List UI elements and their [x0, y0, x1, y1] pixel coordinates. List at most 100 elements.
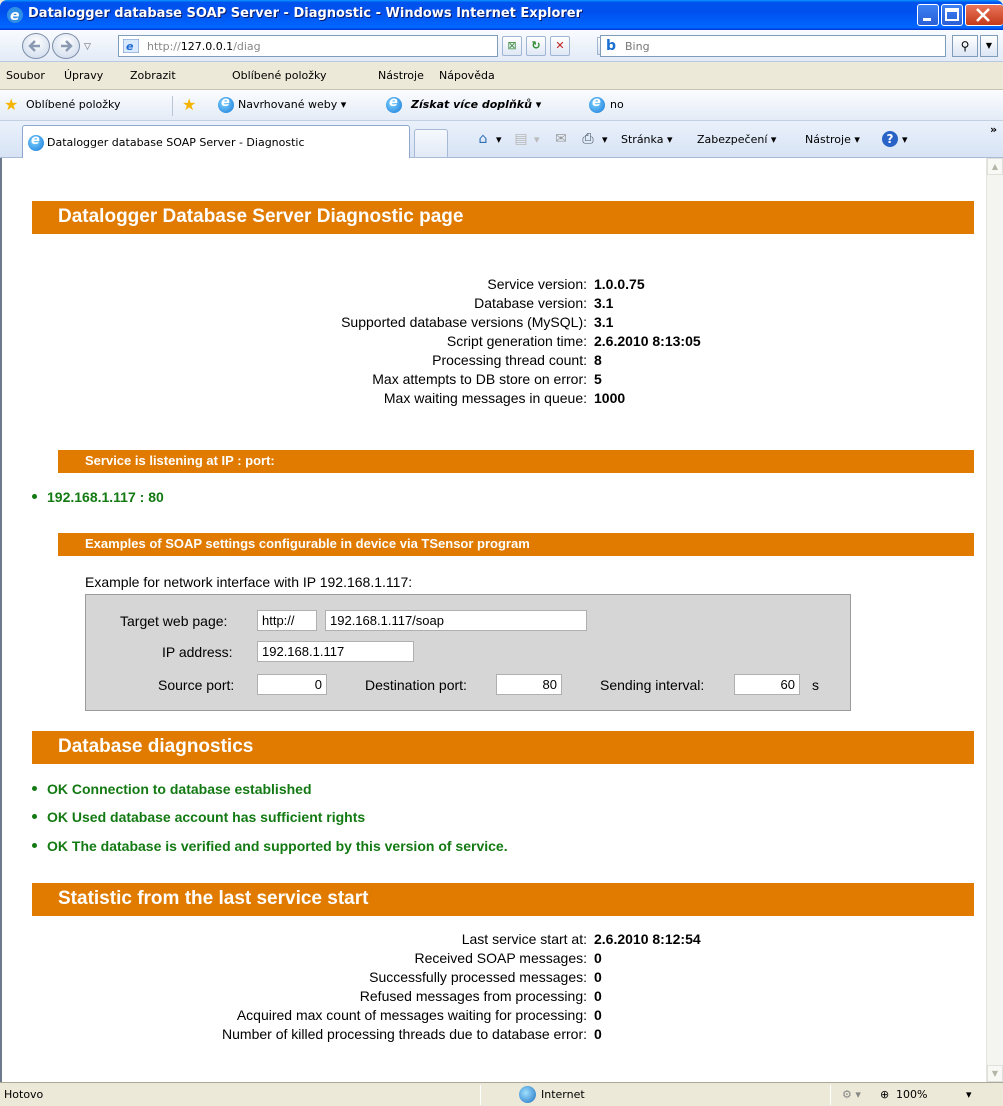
window-title: Datalogger database SOAP Server - Diagno…	[28, 6, 583, 21]
mail-icon[interactable]: ✉	[552, 130, 570, 148]
stat-value: 0	[594, 1026, 602, 1042]
example-settings-box: Target web page: http:// 192.168.1.117/s…	[85, 594, 851, 711]
history-dropdown-icon[interactable]: ▽	[84, 42, 91, 52]
sending-interval-field[interactable]: 60	[734, 674, 800, 695]
tab-diagnostic[interactable]: Datalogger database SOAP Server - Diagno…	[22, 125, 410, 158]
ie-suggested-icon	[218, 95, 234, 113]
favorites-star-icon: ★	[4, 95, 19, 114]
bullet-icon	[32, 785, 37, 791]
home-dropdown-icon[interactable]: ▾	[496, 133, 502, 146]
help-dropdown-icon[interactable]: ▾	[902, 133, 908, 146]
stop-button[interactable]: ✕	[550, 36, 570, 56]
zoom-icon: ⊕	[880, 1088, 890, 1101]
service-info-label: Script generation time:	[446, 333, 587, 349]
minimize-button[interactable]	[917, 4, 939, 26]
db-diagnostics-title: Database diagnostics	[58, 736, 254, 757]
listening-title: Service is listening at IP : port:	[85, 453, 275, 468]
window-titlebar[interactable]: e Datalogger database SOAP Server - Diag…	[0, 0, 1003, 30]
stat-label: Number of killed processing threads due …	[222, 1026, 587, 1042]
security-menu-button[interactable]: Zabezpečení ▾	[697, 133, 776, 146]
status-text: Hotovo	[4, 1088, 44, 1101]
internet-explorer-icon: e	[7, 7, 23, 24]
service-info-value: 1.0.0.75	[594, 276, 645, 292]
bullet-icon	[32, 493, 37, 499]
refresh-icon: ↻	[531, 39, 541, 52]
ip-address-label: IP address:	[162, 644, 233, 660]
stat-value: 0	[594, 988, 602, 1004]
page-icon: e	[123, 39, 139, 53]
compatibility-view-button[interactable]: ⊠	[502, 36, 522, 56]
zoom-level[interactable]: 100%	[896, 1088, 927, 1101]
svg-text:e: e	[126, 40, 134, 53]
destination-port-field[interactable]: 80	[496, 674, 562, 695]
ie-no-icon	[589, 95, 605, 113]
address-url: http://127.0.0.1/diag	[147, 40, 261, 53]
page-menu-button[interactable]: Stránka ▾	[621, 133, 672, 146]
stats-title: Statistic from the last service start	[58, 888, 369, 909]
minimize-icon	[923, 18, 931, 21]
menu-favorites[interactable]: Oblíbené položky	[232, 69, 327, 82]
add-favorite-icon[interactable]: ★	[182, 96, 196, 114]
help-icon[interactable]: ?	[882, 131, 898, 147]
forward-button[interactable]	[52, 33, 80, 59]
menu-help[interactable]: Nápověda	[439, 69, 495, 82]
service-info-label: Service version:	[487, 276, 587, 292]
get-addons-link[interactable]: Získat více doplňků ▾	[411, 98, 541, 111]
feeds-dropdown-icon[interactable]: ▾	[534, 133, 540, 146]
home-icon[interactable]: ⌂	[474, 130, 492, 148]
refresh-button[interactable]: ↻	[526, 36, 546, 56]
favorite-no-link[interactable]: no	[610, 98, 624, 111]
forward-arrow-icon	[61, 40, 73, 52]
new-tab-button[interactable]	[414, 129, 448, 157]
search-options-button[interactable]: ▼	[980, 35, 998, 57]
suggested-sites-link[interactable]: Navrhované weby ▾	[238, 98, 346, 111]
tab-ie-icon	[28, 133, 44, 151]
source-port-field[interactable]: 0	[257, 674, 327, 695]
toolbar-overflow-button[interactable]: »	[990, 123, 997, 136]
back-arrow-icon	[28, 40, 40, 52]
search-input[interactable]: b Bing	[600, 35, 946, 57]
vertical-scrollbar[interactable]: ▲ ▼	[986, 158, 1003, 1082]
stat-label: Last service start at:	[461, 931, 587, 947]
stat-label: Acquired max count of messages waiting f…	[236, 1007, 587, 1023]
print-dropdown-icon[interactable]: ▾	[602, 133, 608, 146]
menu-view[interactable]: Zobrazit	[130, 69, 176, 82]
target-web-page-field[interactable]: 192.168.1.117/soap	[325, 610, 587, 631]
print-icon[interactable]: ⎙	[579, 130, 597, 148]
back-button[interactable]	[22, 33, 50, 59]
ip-address-field[interactable]: 192.168.1.117	[257, 641, 414, 662]
address-input[interactable]: e http://127.0.0.1/diag ▼	[118, 35, 615, 57]
menu-tools[interactable]: Nástroje	[378, 69, 424, 82]
tab-command-bar: Datalogger database SOAP Server - Diagno…	[0, 121, 1003, 158]
main-title-band: Datalogger Database Server Diagnostic pa…	[32, 201, 974, 234]
tab-label: Datalogger database SOAP Server - Diagno…	[47, 136, 305, 149]
maximize-button[interactable]	[941, 4, 963, 26]
stat-label: Successfully processed messages:	[369, 969, 587, 985]
bing-icon: b	[606, 38, 617, 54]
service-info-value: 5	[594, 371, 602, 387]
menu-file[interactable]: Soubor	[6, 69, 45, 82]
tools-menu-button[interactable]: Nástroje ▾	[805, 133, 860, 146]
search-button[interactable]: ⚲	[952, 35, 978, 57]
target-prefix-field[interactable]: http://	[257, 610, 317, 631]
examples-title: Examples of SOAP settings configurable i…	[85, 536, 530, 551]
stat-value: 2.6.2010 8:12:54	[594, 931, 701, 947]
db-diagnostic-item: OK The database is verified and supporte…	[32, 838, 508, 854]
service-info-label: Processing thread count:	[432, 352, 587, 368]
zoom-dropdown-icon[interactable]: ▾	[966, 1088, 972, 1101]
chevron-down-icon: ▼	[985, 41, 993, 50]
db-diagnostics-band: Database diagnostics	[32, 731, 974, 764]
stat-label: Refused messages from processing:	[359, 988, 587, 1004]
menu-edit[interactable]: Úpravy	[64, 69, 103, 82]
stat-value: 0	[594, 969, 602, 985]
feeds-icon[interactable]: ▤	[512, 130, 530, 148]
scroll-down-arrow-icon[interactable]: ▼	[987, 1065, 1003, 1082]
close-button[interactable]	[965, 4, 1003, 26]
security-zone[interactable]: Internet	[541, 1088, 585, 1101]
sending-interval-unit: s	[812, 677, 819, 693]
favorites-button[interactable]: Oblíbené položky	[26, 98, 121, 111]
bullet-icon	[32, 813, 37, 819]
scroll-up-arrow-icon[interactable]: ▲	[987, 158, 1003, 175]
stat-value: 0	[594, 1007, 602, 1023]
protected-mode-icon[interactable]: ⚙ ▾	[842, 1088, 861, 1101]
